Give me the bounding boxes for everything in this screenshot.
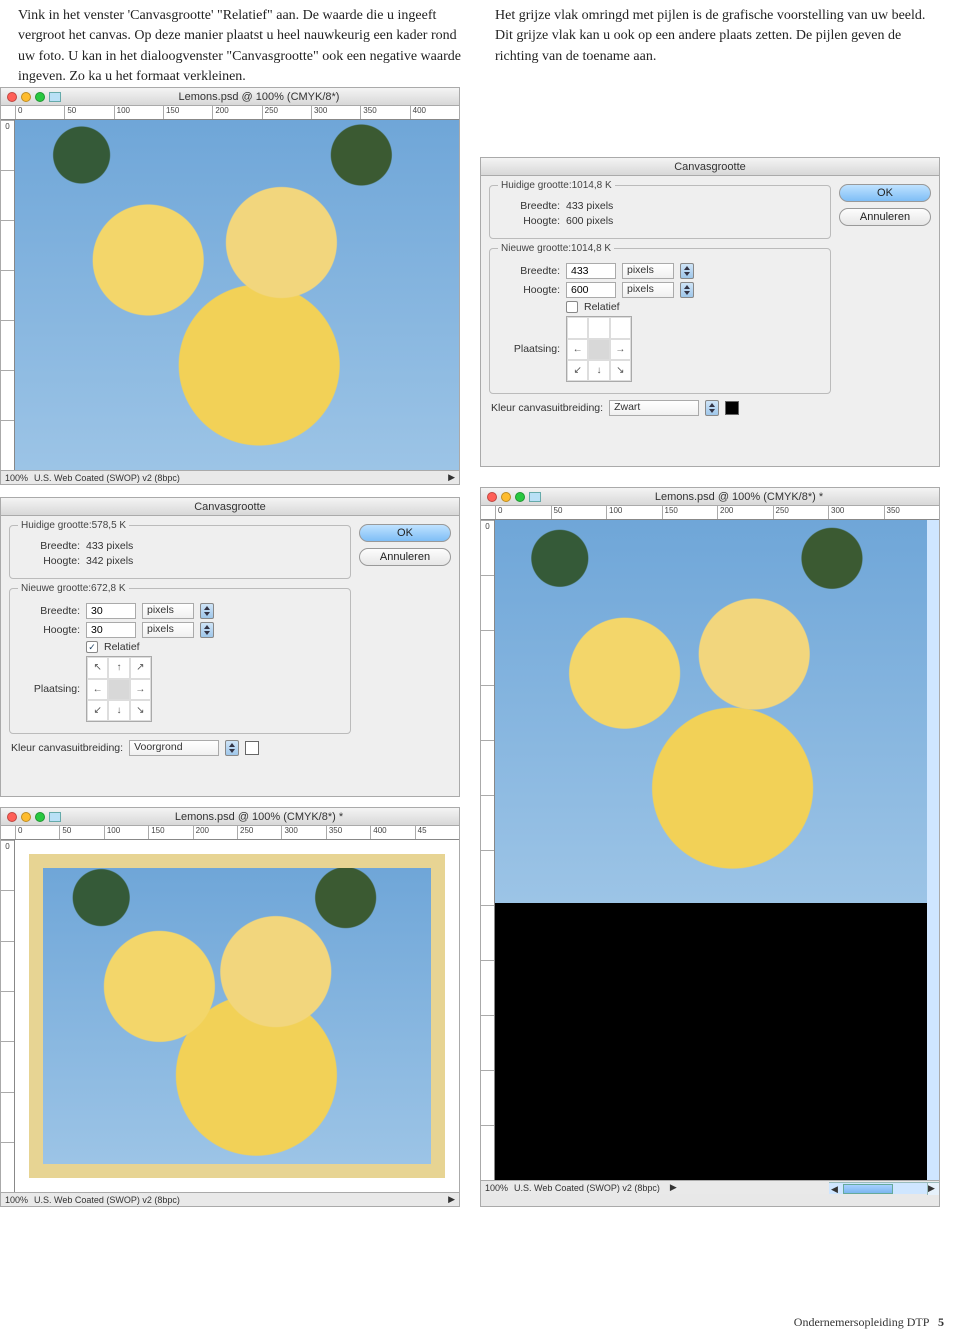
relative-checkbox[interactable]: ✓ xyxy=(86,641,98,653)
lemons-photo xyxy=(495,520,927,903)
extension-color-label: Kleur canvasuitbreiding: xyxy=(11,742,123,754)
titlebar[interactable]: Lemons.psd @ 100% (CMYK/8*) * xyxy=(481,488,939,506)
height-input[interactable] xyxy=(566,282,616,298)
dialog-title: Canvasgrootte xyxy=(7,501,453,513)
dialog-titlebar[interactable]: Canvasgrootte xyxy=(481,158,939,176)
relative-label: Relatief xyxy=(584,301,620,313)
titlebar[interactable]: Lemons.psd @ 100% (CMYK/8*) * xyxy=(1,808,459,826)
height-unit-stepper[interactable] xyxy=(680,282,694,298)
ruler-horizontal: 050100150200250300350 xyxy=(481,506,939,520)
document-icon xyxy=(49,92,61,102)
lemons-photo xyxy=(15,120,459,470)
image-canvas[interactable] xyxy=(15,840,459,1192)
width-unit-stepper[interactable] xyxy=(680,263,694,279)
cancel-button[interactable]: Annuleren xyxy=(839,208,931,226)
cancel-button[interactable]: Annuleren xyxy=(359,548,451,566)
dialog-titlebar[interactable]: Canvasgrootte xyxy=(1,498,459,516)
statusbar: 100% U.S. Web Coated (SWOP) v2 (8bpc) ▶ … xyxy=(481,1180,939,1194)
width-input[interactable] xyxy=(86,603,136,619)
width-unit-stepper[interactable] xyxy=(200,603,214,619)
height-unit-select[interactable]: pixels xyxy=(142,622,194,638)
color-swatch[interactable] xyxy=(725,401,739,415)
width-input[interactable] xyxy=(566,263,616,279)
statusbar: 100% U.S. Web Coated (SWOP) v2 (8bpc) ▶ xyxy=(1,470,459,484)
canvas-size-dialog-2: Canvasgrootte Huidige grootte:1014,8 K B… xyxy=(480,157,940,467)
document-icon xyxy=(49,812,61,822)
extension-color-stepper[interactable] xyxy=(705,400,719,416)
new-size-label: Nieuwe grootte:1014,8 K xyxy=(498,243,614,254)
zoom-value[interactable]: 100% xyxy=(5,473,28,483)
extension-color-label: Kleur canvasuitbreiding: xyxy=(491,402,603,414)
relative-label: Relatief xyxy=(104,641,140,653)
current-size-label: Huidige grootte:1014,8 K xyxy=(498,180,615,191)
profile-info: U.S. Web Coated (SWOP) v2 (8bpc) xyxy=(34,1195,180,1205)
scrollbar-arrow-right[interactable]: ▶ xyxy=(927,1183,939,1195)
extension-color-select[interactable]: Zwart xyxy=(609,400,699,416)
photoshop-window-1: Lemons.psd @ 100% (CMYK/8*) 050100150200… xyxy=(0,87,460,485)
ruler-vertical: 0 xyxy=(1,840,15,1192)
anchor-grid[interactable]: ↖↑↗ ←→ ↙↓↘ xyxy=(86,656,152,722)
horizontal-scrollbar[interactable]: ◀ ▶ xyxy=(829,1182,939,1194)
left-paragraph: Vink in het venster 'Canvasgrootte' "Rel… xyxy=(18,6,465,87)
extension-color-stepper[interactable] xyxy=(225,740,239,756)
page-number: 5 xyxy=(938,1315,944,1329)
image-canvas[interactable] xyxy=(495,520,939,1180)
ok-button[interactable]: OK xyxy=(839,184,931,202)
zoom-icon[interactable] xyxy=(35,92,45,102)
ok-button[interactable]: OK xyxy=(359,524,451,542)
footer-text: Ondernemersopleiding DTP xyxy=(794,1315,929,1329)
height-unit-stepper[interactable] xyxy=(200,622,214,638)
relative-checkbox[interactable] xyxy=(566,301,578,313)
ruler-vertical: 0 xyxy=(1,120,15,470)
window-title: Lemons.psd @ 100% (CMYK/8*) * xyxy=(545,491,933,503)
new-size-group: Nieuwe grootte:672,8 K Breedte: pixels H… xyxy=(9,583,351,734)
image-canvas[interactable] xyxy=(15,120,459,470)
new-size-label: Nieuwe grootte:672,8 K xyxy=(18,583,129,594)
ruler-horizontal: 050100150200250300350400 xyxy=(1,106,459,120)
scrollbar-thumb[interactable] xyxy=(843,1184,893,1194)
zoom-icon[interactable] xyxy=(515,492,525,502)
height-unit-select[interactable]: pixels xyxy=(622,282,674,298)
width-unit-select[interactable]: pixels xyxy=(622,263,674,279)
height-input[interactable] xyxy=(86,622,136,638)
window-title: Lemons.psd @ 100% (CMYK/8*) xyxy=(65,91,453,103)
dialog-title: Canvasgrootte xyxy=(487,161,933,173)
zoom-icon[interactable] xyxy=(35,812,45,822)
minimize-icon[interactable] xyxy=(21,812,31,822)
minimize-icon[interactable] xyxy=(21,92,31,102)
minimize-icon[interactable] xyxy=(501,492,511,502)
statusbar: 100% U.S. Web Coated (SWOP) v2 (8bpc) ▶ xyxy=(1,1192,459,1206)
ruler-vertical: 0 xyxy=(481,520,495,1180)
current-size-label: Huidige grootte:578,5 K xyxy=(18,520,129,531)
profile-info: U.S. Web Coated (SWOP) v2 (8bpc) xyxy=(514,1183,660,1193)
width-unit-select[interactable]: pixels xyxy=(142,603,194,619)
lemons-photo xyxy=(43,868,431,1164)
zoom-value[interactable]: 100% xyxy=(5,1195,28,1205)
page-footer: Ondernemersopleiding DTP 5 xyxy=(794,1315,944,1330)
close-icon[interactable] xyxy=(487,492,497,502)
black-canvas-extension xyxy=(495,903,927,1180)
ruler-horizontal: 05010015020025030035040045 xyxy=(1,826,459,840)
close-icon[interactable] xyxy=(7,92,17,102)
current-size-group: Huidige grootte:578,5 K Breedte:433 pixe… xyxy=(9,520,351,579)
zoom-value[interactable]: 100% xyxy=(485,1183,508,1193)
intro-text: Vink in het venster 'Canvasgrootte' "Rel… xyxy=(0,0,960,87)
close-icon[interactable] xyxy=(7,812,17,822)
new-size-group: Nieuwe grootte:1014,8 K Breedte: pixels … xyxy=(489,243,831,394)
window-title: Lemons.psd @ 100% (CMYK/8*) * xyxy=(65,811,453,823)
titlebar[interactable]: Lemons.psd @ 100% (CMYK/8*) xyxy=(1,88,459,106)
right-paragraph: Het grijze vlak omringd met pijlen is de… xyxy=(495,6,942,87)
profile-info: U.S. Web Coated (SWOP) v2 (8bpc) xyxy=(34,473,180,483)
canvas-size-dialog-1: Canvasgrootte Huidige grootte:578,5 K Br… xyxy=(0,497,460,797)
photoshop-window-2: Lemons.psd @ 100% (CMYK/8*) * 0501001502… xyxy=(0,807,460,1207)
extension-color-select[interactable]: Voorgrond xyxy=(129,740,219,756)
photoshop-window-3: Lemons.psd @ 100% (CMYK/8*) * 0501001502… xyxy=(480,487,940,1207)
current-size-group: Huidige grootte:1014,8 K Breedte:433 pix… xyxy=(489,180,831,239)
color-swatch[interactable] xyxy=(245,741,259,755)
anchor-grid[interactable]: ←→ ↙↓↘ xyxy=(566,316,632,382)
document-icon xyxy=(529,492,541,502)
